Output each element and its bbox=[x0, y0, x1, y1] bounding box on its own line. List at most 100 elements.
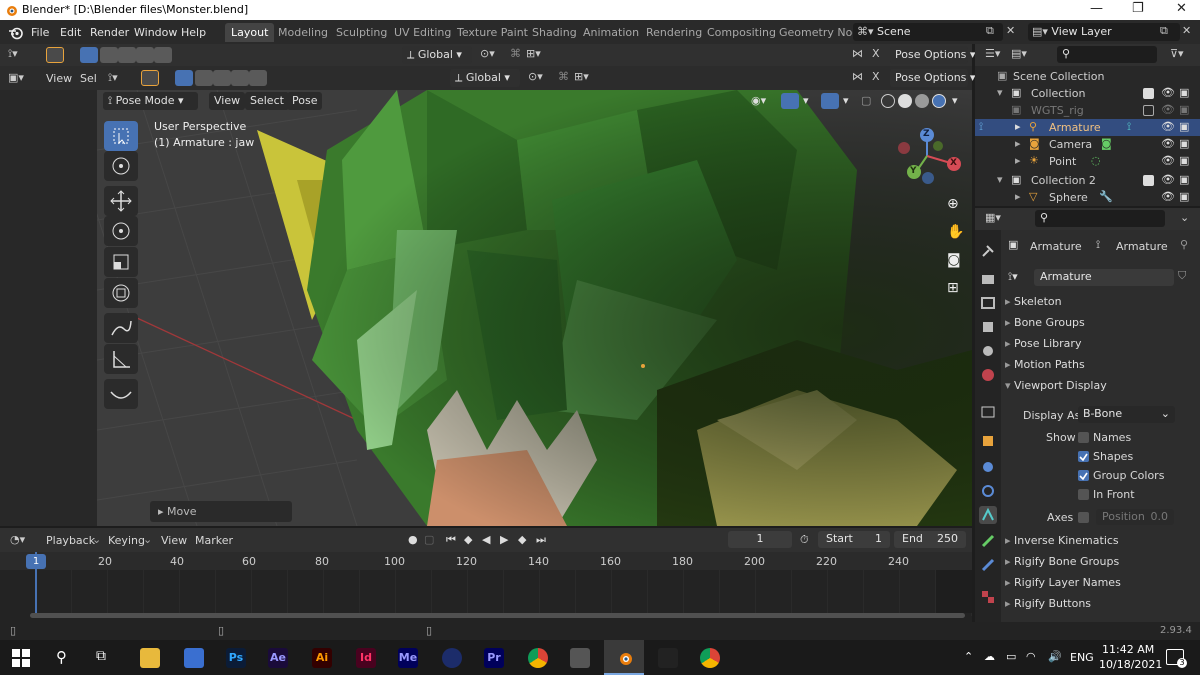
timeline-editor-type-icon[interactable]: ◔▾ bbox=[10, 533, 25, 546]
media-encoder-icon[interactable]: Me bbox=[398, 648, 418, 668]
expand-arrow-icon[interactable]: ▸ bbox=[1015, 154, 1021, 167]
properties-editor-type-icon[interactable]: ▦▾ bbox=[985, 211, 1001, 224]
camera-render-icon[interactable]: ▣ bbox=[1179, 103, 1189, 116]
tool-tab-icon[interactable] bbox=[979, 242, 997, 260]
texture-tab-icon[interactable] bbox=[979, 588, 997, 606]
expand-arrow-icon[interactable]: ▾ bbox=[997, 86, 1003, 99]
timeline-menu-marker[interactable]: Marker bbox=[195, 534, 233, 547]
panel-viewport-display[interactable]: ▾ Viewport Display bbox=[1005, 379, 1195, 399]
panel-rigify-layer-names[interactable]: ▸ Rigify Layer Names bbox=[1005, 576, 1195, 596]
view-layer-selector[interactable]: ▤▾ View Layer bbox=[1028, 23, 1180, 41]
start-frame-field[interactable]: Start 1 bbox=[818, 531, 890, 548]
delete-view-layer-icon[interactable]: ✕ bbox=[1182, 24, 1191, 37]
zoom-icon[interactable]: ⊕ bbox=[947, 196, 959, 212]
panel-motion-paths[interactable]: ▸ Motion Paths bbox=[1005, 358, 1195, 378]
visibility-icon[interactable]: ◉▾ bbox=[751, 94, 766, 107]
tray-chevron-up-icon[interactable]: ⌃ bbox=[964, 650, 973, 663]
eye-icon[interactable]: 👁 bbox=[1161, 86, 1175, 99]
editor-type-icon[interactable]: ⟟▾ bbox=[8, 47, 18, 61]
tool-relax[interactable] bbox=[104, 379, 138, 409]
menu-edit[interactable]: Edit bbox=[60, 26, 81, 39]
xray-icon[interactable]: ⋈ bbox=[852, 47, 863, 60]
menu-sel-left[interactable]: Sel bbox=[80, 72, 97, 85]
tool-move[interactable] bbox=[104, 186, 138, 216]
gizmo-dropdown-icon[interactable]: ▾ bbox=[803, 94, 809, 107]
armature-name-field[interactable]: Armature bbox=[1034, 269, 1174, 286]
pivot-icon-2[interactable]: ⊙▾ bbox=[528, 70, 543, 83]
language-indicator[interactable]: ENG bbox=[1070, 651, 1094, 664]
timeline-menu-view[interactable]: View bbox=[161, 534, 187, 547]
snap-target-icon-2[interactable]: ⊞▾ bbox=[574, 70, 589, 83]
panel-pose-library[interactable]: ▸ Pose Library bbox=[1005, 337, 1195, 357]
mirror-x-icon-2[interactable]: X bbox=[872, 70, 880, 83]
eye-icon[interactable]: 👁 bbox=[1161, 190, 1175, 203]
select-mode-new-icon[interactable] bbox=[80, 47, 98, 63]
camera-render-icon[interactable]: ▣ bbox=[1179, 154, 1189, 167]
expand-arrow-icon[interactable]: ▸ bbox=[1015, 137, 1021, 150]
mirror-x-icon[interactable]: X bbox=[872, 47, 880, 60]
panel-rigify-buttons[interactable]: ▸ Rigify Buttons bbox=[1005, 597, 1195, 617]
transform-orientation-dropdown-2[interactable]: ⟂ Global ▾ bbox=[450, 69, 520, 87]
notification-center-icon[interactable]: 3 bbox=[1166, 649, 1187, 668]
shapes-checkbox[interactable] bbox=[1078, 451, 1089, 462]
windows-start-icon[interactable] bbox=[12, 649, 30, 667]
timeline-scrollbar[interactable] bbox=[30, 613, 965, 618]
select-mode-subtract-icon-2[interactable] bbox=[213, 70, 231, 86]
navigation-gizmo[interactable]: Z X Y bbox=[892, 124, 967, 188]
pose-mode-icon[interactable]: ⟟ bbox=[979, 120, 983, 134]
display-as-dropdown[interactable]: B-Bone ⌄ bbox=[1078, 406, 1175, 423]
volume-icon[interactable]: 🔊 bbox=[1048, 650, 1062, 663]
illustrator-icon[interactable]: Ai bbox=[312, 648, 332, 668]
outliner-editor-type-icon[interactable]: ☰▾ bbox=[985, 47, 1000, 60]
pose-options-dropdown-2[interactable]: Pose Options ▾ bbox=[890, 69, 975, 87]
network-icon[interactable]: ◠ bbox=[1026, 650, 1036, 663]
panel-inverse-kinematics[interactable]: ▸ Inverse Kinematics bbox=[1005, 534, 1195, 554]
outliner-row-collection-2[interactable]: ▾ ▣ Collection 2 👁 ▣ bbox=[975, 172, 1200, 189]
snap-icon[interactable]: ⌘ bbox=[510, 47, 521, 60]
grid-view-icon[interactable]: ⊞ bbox=[947, 280, 959, 296]
tab-shading[interactable]: Shading bbox=[526, 23, 583, 42]
tab-uv-editing[interactable]: UV Editing bbox=[388, 23, 457, 42]
preview-range-icon[interactable]: ⏱ bbox=[800, 533, 809, 547]
blender-menu-icon[interactable] bbox=[8, 25, 23, 40]
store-icon[interactable] bbox=[184, 648, 204, 668]
jump-start-icon[interactable]: ⏮ bbox=[446, 533, 456, 547]
camera-render-icon[interactable]: ▣ bbox=[1179, 190, 1189, 203]
shading-dropdown-icon[interactable]: ▾ bbox=[952, 94, 958, 107]
tab-animation[interactable]: Animation bbox=[577, 23, 645, 42]
eye-icon[interactable]: 👁 bbox=[1161, 120, 1175, 133]
battery-icon[interactable]: ▭ bbox=[1006, 650, 1016, 663]
prev-keyframe-icon[interactable]: ◆ bbox=[464, 533, 472, 546]
after-effects-icon[interactable]: Ae bbox=[268, 648, 288, 668]
expand-arrow-icon[interactable]: ▾ bbox=[997, 173, 1003, 186]
file-explorer-icon[interactable] bbox=[140, 648, 160, 668]
indesign-icon[interactable]: Id bbox=[356, 648, 376, 668]
current-frame-field[interactable]: 1 bbox=[728, 531, 792, 548]
delete-scene-icon[interactable]: ✕ bbox=[1006, 24, 1015, 37]
gizmo-toggle-icon[interactable] bbox=[781, 93, 799, 109]
camera-view-icon[interactable]: ◙ bbox=[947, 252, 961, 268]
app-dark-icon[interactable] bbox=[658, 648, 678, 668]
blender-taskbar-icon[interactable] bbox=[614, 648, 634, 668]
output-tab-icon[interactable] bbox=[979, 294, 997, 312]
select-mode-invert-icon-2[interactable] bbox=[231, 70, 249, 86]
outliner-display-mode-icon[interactable]: ▤▾ bbox=[1011, 47, 1027, 60]
chrome-icon[interactable] bbox=[528, 648, 548, 668]
end-frame-field[interactable]: End 250 bbox=[894, 531, 966, 548]
pin-icon[interactable]: ⚲ bbox=[1180, 238, 1188, 251]
camera-render-icon[interactable]: ▣ bbox=[1179, 137, 1189, 150]
overlay-toggle-icon[interactable] bbox=[821, 93, 839, 109]
select-mode-invert-icon[interactable] bbox=[136, 47, 154, 63]
menu-file[interactable]: File bbox=[31, 26, 49, 39]
chrome-profile-icon[interactable] bbox=[700, 648, 720, 668]
transform-orientation-dropdown[interactable]: ⟂ Global ▾ bbox=[402, 46, 472, 64]
overlay-dropdown-icon[interactable]: ▾ bbox=[843, 94, 849, 107]
task-view-icon[interactable]: ⧉ bbox=[96, 648, 106, 664]
tab-geometry-nodes[interactable]: Geometry Nod bbox=[773, 23, 865, 42]
armature-data-tab-icon[interactable] bbox=[979, 506, 997, 524]
tab-layout[interactable]: Layout bbox=[225, 23, 275, 42]
xray-toggle-icon[interactable]: ▢ bbox=[861, 94, 871, 107]
menu-view-left[interactable]: View bbox=[46, 72, 72, 85]
outliner-row-point[interactable]: ▸ ☀ Point ◌ 👁 ▣ bbox=[975, 153, 1200, 170]
properties-search-input[interactable]: ⚲ bbox=[1035, 210, 1165, 227]
